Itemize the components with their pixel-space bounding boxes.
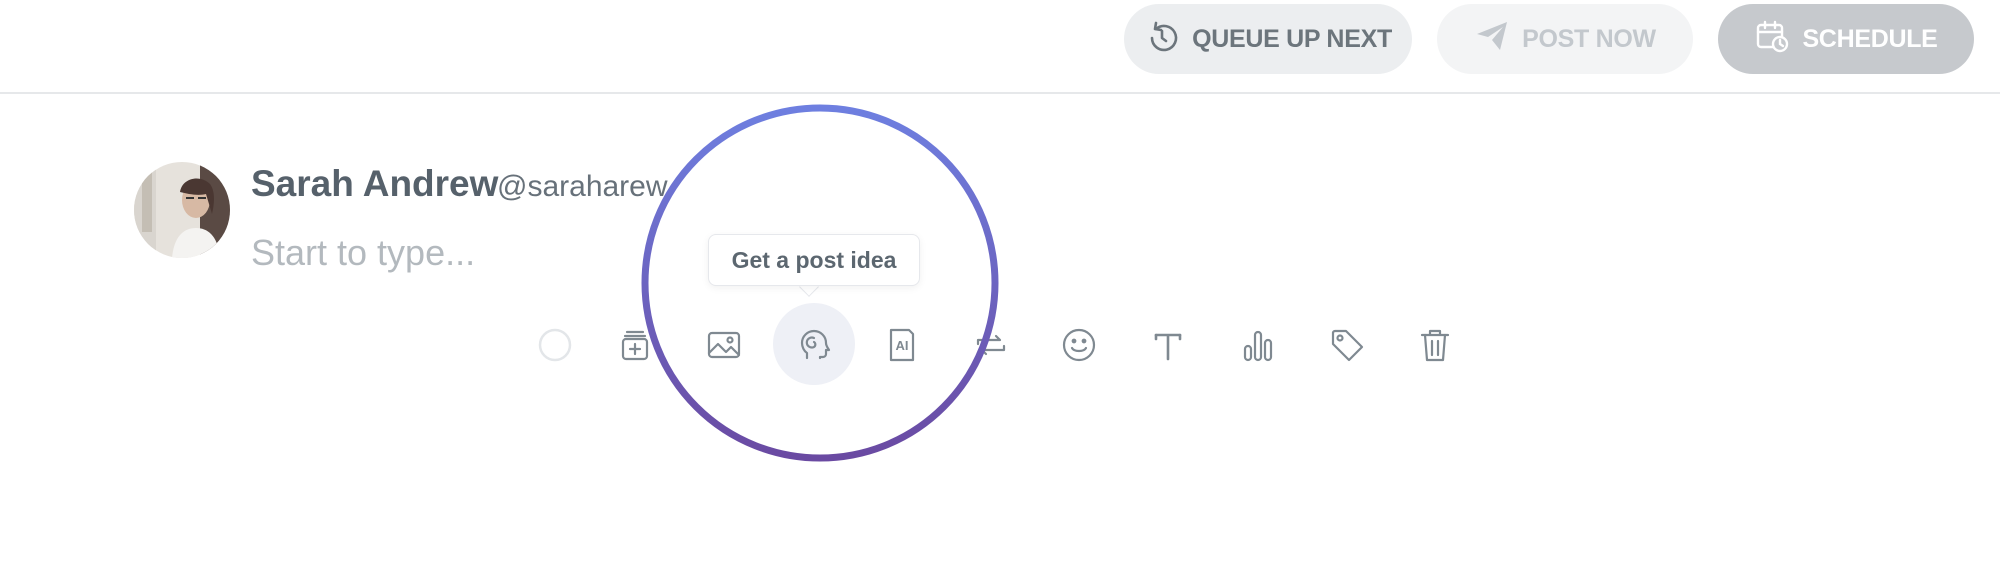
trash-icon[interactable] (1408, 318, 1462, 372)
author-name: Sarah Andrew (251, 163, 499, 204)
text-format-icon[interactable] (1141, 318, 1195, 372)
post-now-label: POST NOW (1522, 24, 1656, 53)
focus-ring-highlight (641, 104, 999, 462)
calendar-clock-icon (1754, 18, 1790, 61)
post-now-button[interactable]: POST NOW (1437, 4, 1693, 74)
circle-icon[interactable] (528, 318, 582, 372)
schedule-button[interactable]: SCHEDULE (1718, 4, 1974, 74)
queue-up-next-button[interactable]: QUEUE UP NEXT (1124, 4, 1412, 74)
top-bar: QUEUE UP NEXT POST NOW SCHEDULE (0, 0, 2000, 94)
send-icon (1474, 18, 1510, 61)
queue-up-next-label: QUEUE UP NEXT (1192, 24, 1392, 53)
timer-icon (1144, 18, 1180, 61)
emoji-icon[interactable] (1052, 318, 1106, 372)
chart-icon[interactable] (1231, 318, 1285, 372)
schedule-label: SCHEDULE (1802, 24, 1938, 53)
tag-icon[interactable] (1320, 318, 1374, 372)
avatar (134, 162, 230, 258)
